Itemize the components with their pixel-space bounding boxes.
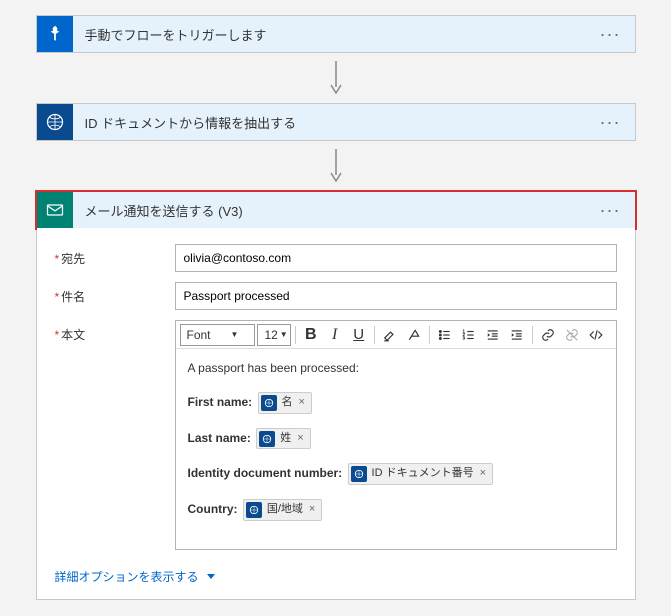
bullet-list-button[interactable]: [434, 324, 456, 346]
step-trigger[interactable]: 手動でフローをトリガーします ···: [36, 15, 636, 53]
cognitive-token-icon: [246, 502, 262, 518]
input-to[interactable]: [175, 244, 617, 272]
italic-button[interactable]: I: [324, 324, 346, 346]
number-list-button[interactable]: 123: [458, 324, 480, 346]
step-mail-header[interactable]: メール通知を送信する (V3) ···: [37, 192, 635, 228]
step-extract-title: ID ドキュメントから情報を抽出する: [73, 113, 586, 132]
token-remove-icon[interactable]: ×: [299, 394, 305, 412]
body-intro: A passport has been processed:: [188, 359, 604, 378]
cognitive-token-icon: [261, 395, 277, 411]
label-body: 本文: [55, 320, 175, 343]
highlight-button[interactable]: [379, 324, 401, 346]
step-mail-more[interactable]: ···: [586, 200, 635, 221]
token-docnum[interactable]: ID ドキュメント番号 ×: [348, 463, 494, 485]
token-remove-icon[interactable]: ×: [480, 465, 486, 483]
link-button[interactable]: [537, 324, 559, 346]
step-extract[interactable]: ID ドキュメントから情報を抽出する ···: [36, 103, 636, 141]
body-docnum-label: Identity document number:: [188, 466, 343, 480]
advanced-options-link[interactable]: 詳細オプションを表示する: [55, 568, 215, 585]
body-lastname-label: Last name:: [188, 431, 251, 445]
size-select[interactable]: 12: [257, 324, 290, 346]
bold-button[interactable]: B: [300, 324, 322, 346]
color-button[interactable]: [403, 324, 425, 346]
body-firstname-label: First name:: [188, 395, 253, 409]
step-trigger-title: 手動でフローをトリガーします: [73, 25, 586, 44]
body-country-label: Country:: [188, 502, 238, 516]
unlink-button[interactable]: [561, 324, 583, 346]
connector-arrow-2: [0, 149, 671, 183]
step-mail-title: メール通知を送信する (V3): [73, 201, 586, 220]
rich-editor: Font 12 B I U 123: [175, 320, 617, 550]
input-subject[interactable]: [175, 282, 617, 310]
token-lastname[interactable]: 姓 ×: [256, 428, 310, 450]
label-subject: 件名: [55, 282, 175, 305]
step-mail: メール通知を送信する (V3) ··· 宛先 件名 本文 Font 12: [36, 191, 636, 600]
underline-button[interactable]: U: [348, 324, 370, 346]
cognitive-token-icon: [259, 431, 275, 447]
step-trigger-more[interactable]: ···: [586, 24, 635, 45]
token-remove-icon[interactable]: ×: [309, 501, 315, 519]
editor-content[interactable]: A passport has been processed: First nam…: [176, 349, 616, 549]
connector-arrow-1: [0, 61, 671, 95]
editor-toolbar: Font 12 B I U 123: [176, 321, 616, 349]
cognitive-icon: [37, 104, 73, 140]
font-select[interactable]: Font: [180, 324, 256, 346]
token-remove-icon[interactable]: ×: [297, 430, 303, 448]
token-country[interactable]: 国/地域 ×: [243, 499, 323, 521]
mail-icon: [37, 192, 73, 228]
outdent-button[interactable]: [482, 324, 504, 346]
label-to: 宛先: [55, 244, 175, 267]
token-firstname[interactable]: 名 ×: [258, 392, 312, 414]
indent-button[interactable]: [506, 324, 528, 346]
step-extract-more[interactable]: ···: [586, 112, 635, 133]
code-view-button[interactable]: [585, 324, 607, 346]
trigger-icon: [37, 16, 73, 52]
svg-text:3: 3: [462, 335, 465, 340]
cognitive-token-icon: [351, 466, 367, 482]
